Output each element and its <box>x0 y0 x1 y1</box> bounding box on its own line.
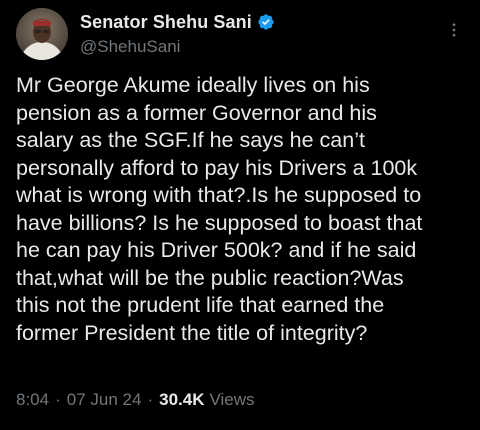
tweet-text: Mr George Akume ideally lives on his pen… <box>16 72 468 347</box>
tweet-header: Senator Shehu Sani @ShehuSani <box>16 8 275 60</box>
tweet-card: Senator Shehu Sani @ShehuSani Mr George … <box>0 0 480 430</box>
tweet-text-line: he can pay his Driver 500k? and if he sa… <box>16 238 417 262</box>
author-display-name[interactable]: Senator Shehu Sani <box>80 12 252 33</box>
tweet-text-line: have billions? Is he supposed to boast t… <box>16 210 423 235</box>
avatar[interactable] <box>16 8 68 60</box>
views-label: Views <box>209 390 255 409</box>
meta-separator: · <box>147 390 154 409</box>
tweet-text-line: that,what will be the public reaction?Wa… <box>16 265 404 290</box>
author-name-row: Senator Shehu Sani <box>80 12 275 33</box>
views-count[interactable]: 30.4K <box>159 390 204 410</box>
user-avatar-icon <box>16 8 68 60</box>
author-identity: Senator Shehu Sani @ShehuSani <box>80 12 275 57</box>
meta-separator: · <box>55 390 61 409</box>
tweet-text-line: former President the title of integrity? <box>16 320 368 345</box>
tweet-text-line: this not the prudent life that earned th… <box>16 293 385 317</box>
tweet-text-line: pension as a former Governor and his <box>16 100 377 125</box>
tweet-text-line: Mr George Akume ideally lives on his <box>16 73 370 97</box>
author-handle[interactable]: @ShehuSani <box>80 37 275 57</box>
tweet-text-line: what is wrong with that?.Is he supposed … <box>16 183 422 207</box>
tweet-meta: 8:04 · 07 Jun 24 · 30.4K Views <box>16 390 255 410</box>
tweet-text-line: salary as the SGF.If he says he can’t <box>16 128 365 152</box>
more-options-icon[interactable] <box>444 20 464 40</box>
tweet-date[interactable]: 07 Jun 24 <box>67 390 142 410</box>
tweet-text-line: personally afford to pay his Drivers a 1… <box>16 155 418 180</box>
verified-badge-icon <box>257 13 275 31</box>
tweet-time[interactable]: 8:04 <box>16 390 49 410</box>
